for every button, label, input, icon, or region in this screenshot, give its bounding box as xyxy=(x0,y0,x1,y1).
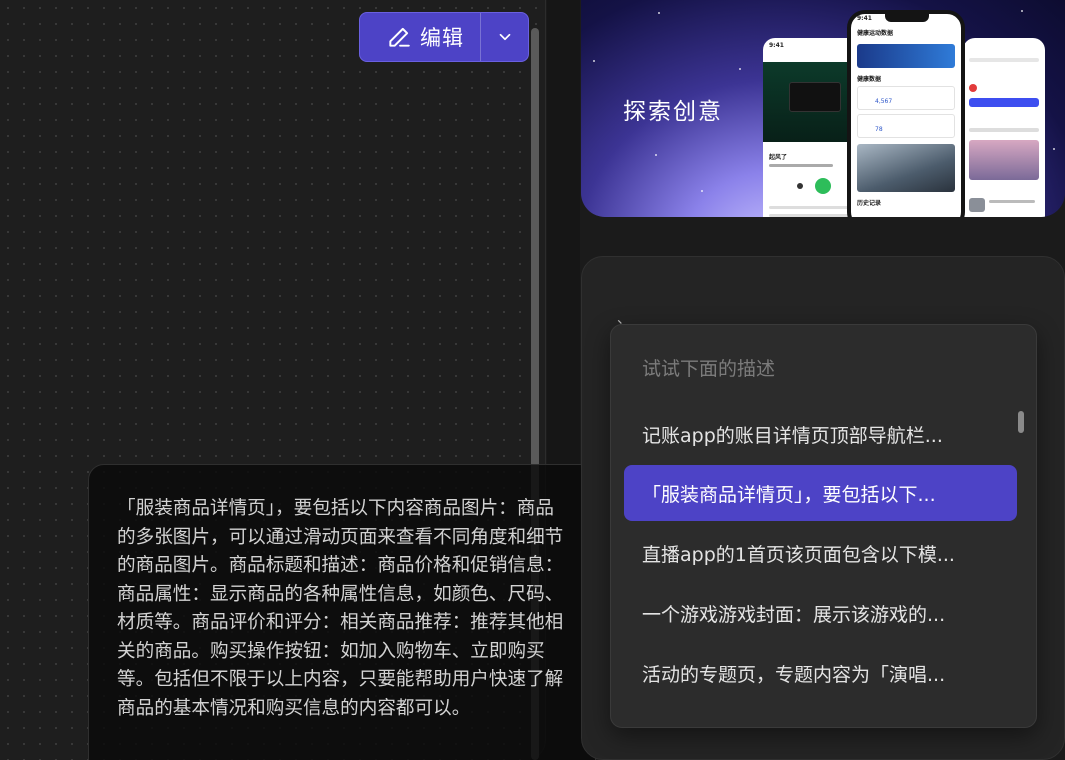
edit-label: 编辑 xyxy=(420,26,464,50)
health-header: 健康运动数据 xyxy=(857,30,894,37)
suggestion-item-label: 一个游戏游戏封面：展示该游戏的... xyxy=(642,603,946,626)
music-tv-icon xyxy=(789,82,841,112)
travel-top-bar xyxy=(969,58,1039,62)
music-song-title: 起风了 xyxy=(769,154,788,161)
phone-mockup-travel xyxy=(963,38,1045,217)
suggestion-item-label: 记账app的账目详情页顶部导航栏... xyxy=(642,424,943,447)
pencil-icon xyxy=(389,27,410,47)
travel-thumb xyxy=(969,198,985,212)
banner-title: 探索创意 xyxy=(623,99,723,125)
suggestion-item[interactable]: 活动的专题页，专题内容为「演唱... xyxy=(624,645,1017,701)
phone-time: 9:41 xyxy=(857,15,872,22)
health-hero xyxy=(857,44,955,68)
edit-button-group: 编辑 xyxy=(359,12,529,62)
suggestion-item-label: 直播app的1首页该页面包含以下模... xyxy=(642,543,955,566)
health-heart-card xyxy=(857,114,955,138)
health-section-title: 健康数据 xyxy=(857,76,882,83)
travel-tab-line xyxy=(969,128,1039,132)
music-meta-line xyxy=(769,164,833,167)
suggestion-heading: 试试下面的描述 xyxy=(642,358,776,380)
suggestion-item[interactable]: 一个游戏游戏封面：展示该游戏的... xyxy=(624,585,1017,641)
suggestion-item-label: 活动的专题页，专题内容为「演唱... xyxy=(642,663,946,686)
health-steps-value: 4,567 xyxy=(875,98,893,105)
music-lyric-line xyxy=(769,206,857,209)
phone-mockup-health: 9:41 健康运动数据 健康数据 4,567 78 历史记录 xyxy=(847,10,965,217)
health-steps-card xyxy=(857,86,955,110)
travel-photo xyxy=(969,140,1039,180)
prompt-preview-card: 「服装商品详情页」，要包括以下内容商品图片：商品的多张图片，可以通过滑动页面来查… xyxy=(88,464,596,760)
phone-time: 9:41 xyxy=(769,42,784,49)
health-history-title: 历史记录 xyxy=(857,200,882,207)
suggestion-item-label: 「服装商品详情页」，要包括以下... xyxy=(642,483,936,506)
health-heart-value: 78 xyxy=(875,126,883,133)
suggestion-dropdown: 试试下面的描述 记账app的账目详情页顶部导航栏... 「服装商品详情页」，要包… xyxy=(610,324,1037,728)
travel-line xyxy=(989,200,1035,203)
suggestion-scrollbar[interactable] xyxy=(1018,411,1024,433)
music-lyric-line xyxy=(769,214,849,217)
edit-dropdown-button[interactable] xyxy=(481,13,528,61)
suggestion-item[interactable]: 直播app的1首页该页面包含以下模... xyxy=(624,525,1017,581)
travel-search-button xyxy=(969,98,1039,107)
music-prev-icon xyxy=(797,183,803,189)
edit-button[interactable]: 编辑 xyxy=(360,13,480,61)
chevron-down-icon xyxy=(499,33,510,41)
health-photo xyxy=(857,144,955,192)
prompt-preview-text: 「服装商品详情页」，要包括以下内容商品图片：商品的多张图片，可以通过滑动页面来查… xyxy=(117,498,564,719)
suggestion-item[interactable]: 记账app的账目详情页顶部导航栏... xyxy=(624,406,1017,462)
music-play-icon xyxy=(815,178,831,194)
travel-red-dot xyxy=(969,84,977,92)
suggestion-item-selected[interactable]: 「服装商品详情页」，要包括以下... xyxy=(624,465,1017,521)
explore-banner[interactable]: 探索创意 9:41 起风了 9:41 健康运动数据 健康数据 4,567 78 … xyxy=(581,0,1065,217)
phone-notch xyxy=(885,14,929,22)
